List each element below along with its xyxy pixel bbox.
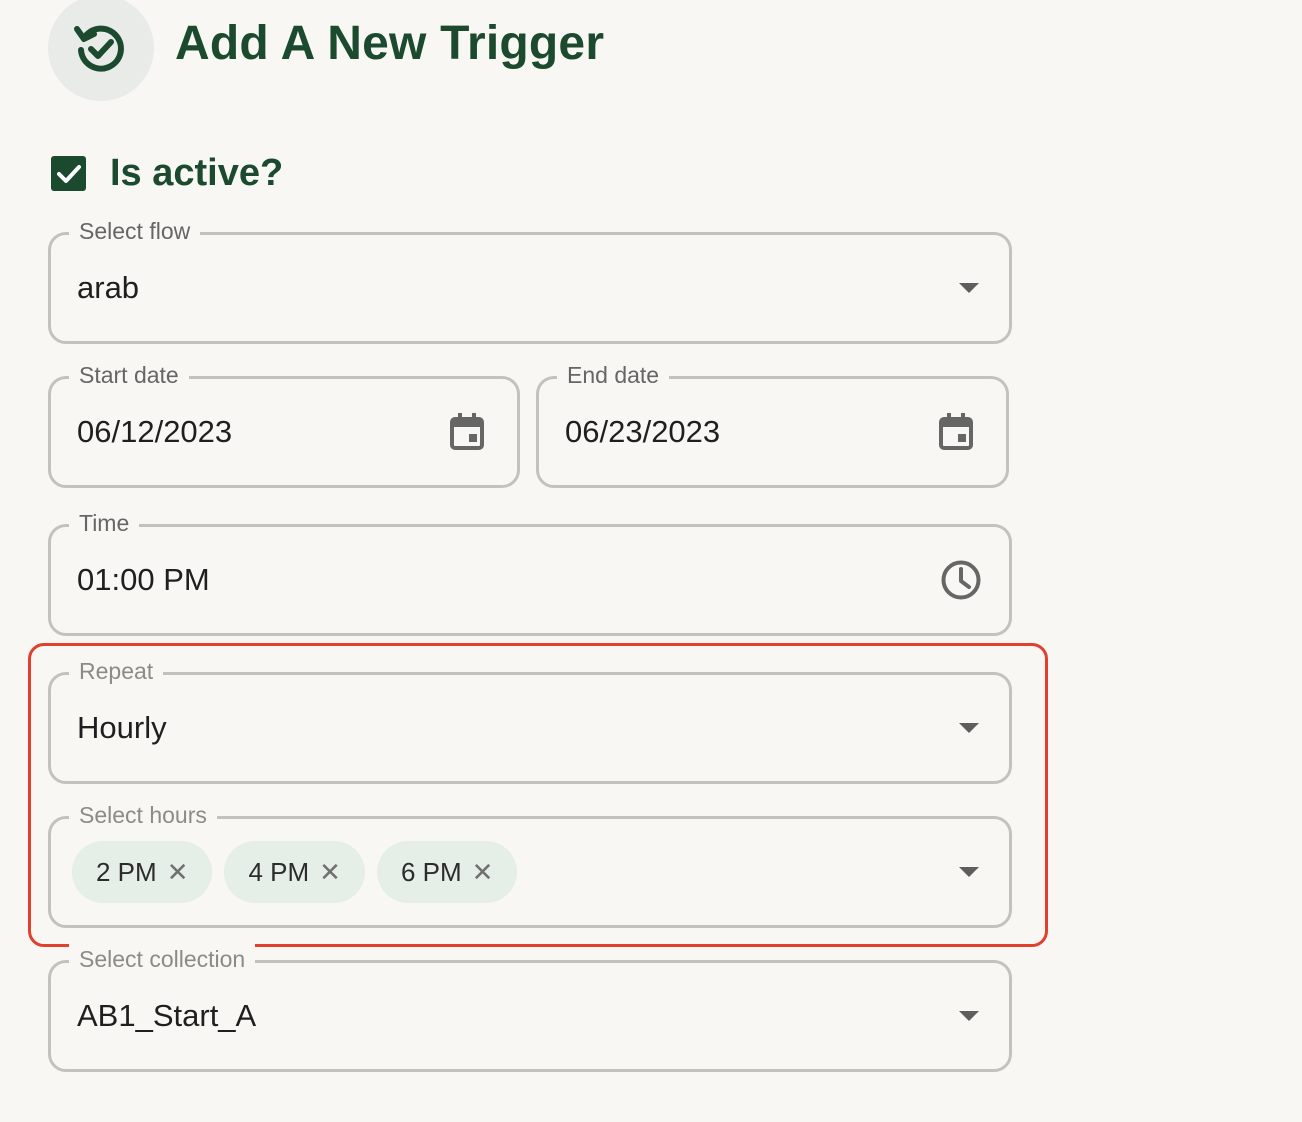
end-date-field[interactable]: End date 06/23/2023: [536, 360, 1009, 488]
hour-chip-label: 6 PM: [400, 856, 462, 887]
time-label: Time: [69, 508, 140, 538]
chevron-down-icon[interactable]: [959, 283, 979, 293]
page-title: Add A New Trigger: [175, 17, 605, 70]
end-date-label: End date: [557, 360, 670, 390]
time-field[interactable]: Time 01:00 PM: [48, 508, 1012, 636]
chevron-down-icon[interactable]: [959, 723, 979, 733]
hour-chip: 6 PM ✕: [376, 841, 518, 903]
select-collection-dropdown[interactable]: Select collection AB1_Start_A: [48, 944, 1012, 1072]
close-icon[interactable]: ✕: [319, 859, 341, 885]
select-hours-multiselect[interactable]: Select hours 2 PM ✕ 4 PM ✕ 6 PM ✕: [48, 800, 1012, 928]
schedule-check-icon: [74, 25, 124, 72]
repeat-label: Repeat: [69, 656, 164, 686]
is-active-checkbox[interactable]: [51, 156, 86, 191]
close-icon[interactable]: ✕: [472, 859, 494, 885]
hour-chips: 2 PM ✕ 4 PM ✕ 6 PM ✕: [72, 841, 518, 903]
chevron-down-icon[interactable]: [959, 867, 979, 877]
select-flow-dropdown[interactable]: Select flow arab: [48, 216, 1012, 344]
hour-chip-label: 4 PM: [248, 856, 310, 887]
end-date-value: 06/23/2023: [565, 414, 721, 449]
start-date-label: Start date: [69, 360, 189, 390]
start-date-value: 06/12/2023: [77, 414, 233, 449]
repeat-value: Hourly: [77, 710, 167, 745]
hour-chip: 2 PM ✕: [72, 841, 213, 903]
select-hours-label: Select hours: [69, 800, 217, 830]
repeat-dropdown[interactable]: Repeat Hourly: [48, 656, 1012, 784]
select-collection-label: Select collection: [69, 944, 256, 974]
clock-icon[interactable]: [939, 558, 983, 602]
select-flow-label: Select flow: [69, 216, 201, 246]
select-collection-value: AB1_Start_A: [77, 998, 257, 1033]
chevron-down-icon[interactable]: [959, 1011, 979, 1021]
calendar-icon[interactable]: [934, 410, 978, 454]
trigger-header-icon-container: [48, 0, 154, 101]
select-flow-value: arab: [77, 270, 140, 305]
start-date-field[interactable]: Start date 06/12/2023: [48, 360, 520, 488]
hour-chip-label: 2 PM: [96, 856, 157, 887]
checkmark-icon: [56, 164, 81, 183]
close-icon[interactable]: ✕: [167, 859, 189, 885]
calendar-icon[interactable]: [445, 410, 489, 454]
is-active-label[interactable]: Is active?: [110, 150, 283, 196]
time-value: 01:00 PM: [77, 562, 210, 597]
hour-chip: 4 PM ✕: [224, 841, 365, 903]
